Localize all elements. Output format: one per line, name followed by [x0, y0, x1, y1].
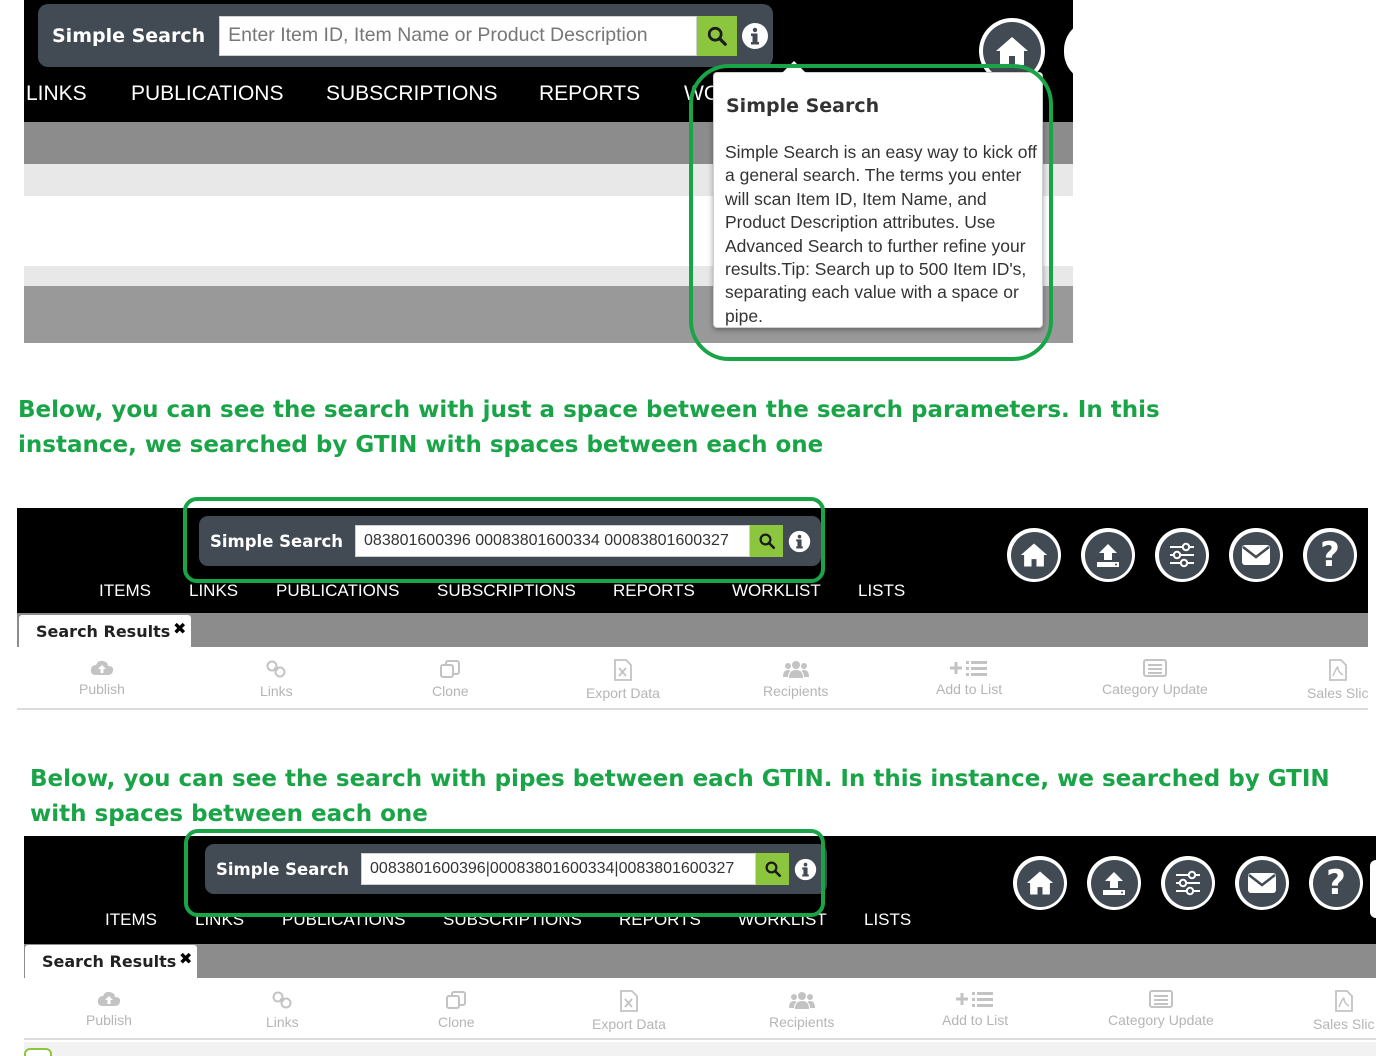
category-icon [1148, 990, 1173, 1008]
search-icon [707, 26, 727, 46]
info-button[interactable] [737, 16, 773, 56]
sales-slick-button[interactable]: Sales Slic [1313, 990, 1374, 1032]
cloud-upload-icon [90, 660, 114, 675]
mail-button[interactable] [1235, 856, 1289, 910]
close-icon[interactable]: ✖ [179, 949, 192, 968]
tab-bar-1 [17, 613, 1368, 647]
nav-lists[interactable]: LISTS [864, 910, 911, 930]
settings-button[interactable] [1161, 856, 1215, 910]
home-icon [1026, 871, 1054, 895]
mail-icon [1248, 873, 1276, 893]
category-icon [1142, 659, 1167, 677]
help-icon: ? [1326, 863, 1346, 903]
tooltip-highlight-frame [689, 64, 1053, 361]
link-icon [272, 991, 292, 1009]
excel-file-icon [620, 990, 638, 1012]
action-toolbar-2: Publish Links Clone Export Data Recipien… [24, 978, 1376, 1040]
users-icon [788, 992, 815, 1009]
upload-button[interactable] [1081, 528, 1135, 582]
nav-items[interactable]: ITEMS [105, 910, 157, 930]
nav-publications[interactable]: PUBLICATIONS [276, 581, 399, 601]
export-data-button[interactable]: Export Data [586, 659, 660, 701]
top-simple-search-box: Simple Search [38, 4, 773, 67]
nav-lists[interactable]: LISTS [858, 581, 905, 601]
home-button[interactable] [1007, 528, 1061, 582]
link-icon [266, 660, 286, 678]
search-highlight-frame-1 [183, 497, 825, 583]
main-nav-1: ITEMS LINKS PUBLICATIONS SUBSCRIPTIONS R… [17, 581, 1017, 603]
clone-icon [446, 991, 467, 1009]
nav-reports[interactable]: REPORTS [613, 581, 695, 601]
tab-label: Search Results [42, 952, 177, 971]
export-data-button[interactable]: Export Data [592, 990, 666, 1032]
links-button[interactable]: Links [266, 990, 299, 1030]
tab-label: Search Results [36, 621, 171, 641]
nav-publications[interactable]: PUBLICATIONS [131, 82, 283, 106]
pdf-file-icon [1328, 659, 1347, 681]
nav-subscriptions[interactable]: SUBSCRIPTIONS [326, 82, 498, 106]
settings-button[interactable] [1155, 528, 1209, 582]
add-list-icon [950, 661, 988, 676]
links-button[interactable]: Links [260, 659, 293, 699]
search-button[interactable] [697, 15, 738, 56]
clone-button[interactable]: Clone [438, 990, 475, 1030]
upload-icon [1097, 544, 1119, 567]
nav-links[interactable]: LINKS [189, 581, 238, 601]
tab-bar-2 [24, 944, 1376, 978]
nav-subscriptions[interactable]: SUBSCRIPTIONS [437, 581, 576, 601]
add-to-list-button[interactable]: Add to List [936, 659, 1002, 697]
upload-icon [1103, 872, 1125, 895]
sliders-icon [1170, 542, 1194, 568]
recipients-button[interactable]: Recipients [763, 659, 828, 699]
caption-pipe-separated: Below, you can see the search with pipes… [30, 766, 1330, 827]
help-icon: ? [1320, 535, 1340, 575]
help-button[interactable]: ? [1309, 856, 1363, 910]
publish-button[interactable]: Publish [86, 990, 132, 1028]
publish-button[interactable]: Publish [79, 659, 125, 697]
recipients-button[interactable]: Recipients [769, 990, 834, 1030]
search-input[interactable] [219, 15, 698, 56]
clone-icon [440, 660, 461, 678]
cloud-upload-icon [97, 991, 121, 1006]
bottom-green-edge [24, 1048, 52, 1056]
mail-button[interactable] [1229, 528, 1283, 582]
home-icon [996, 37, 1028, 65]
add-to-list-button[interactable]: Add to List [942, 990, 1008, 1028]
help-button[interactable]: ? [1303, 528, 1357, 582]
sales-slick-button[interactable]: Sales Slic [1307, 659, 1368, 701]
add-list-icon [956, 992, 994, 1007]
tab-search-results[interactable]: Search Results ✖ [19, 615, 191, 647]
nav-items[interactable]: ITEMS [99, 581, 151, 601]
nav-worklist[interactable]: WORKLIST [732, 581, 821, 601]
category-update-button[interactable]: Category Update [1108, 990, 1214, 1028]
users-icon [782, 661, 809, 678]
info-icon [742, 22, 768, 49]
bottom-strip [24, 1042, 1376, 1056]
caption-space-separated: Below, you can see the search with just … [18, 397, 1160, 458]
nav-links[interactable]: LINKS [26, 82, 87, 106]
sliders-icon [1176, 870, 1200, 896]
tab-search-results[interactable]: Search Results ✖ [25, 945, 197, 978]
home-icon [1020, 543, 1048, 567]
pdf-file-icon [1334, 990, 1353, 1012]
upload-button[interactable] [1087, 856, 1141, 910]
next-icon-partial [1370, 860, 1376, 918]
home-button[interactable] [1013, 856, 1067, 910]
simple-search-label: Simple Search [52, 24, 206, 47]
category-update-button[interactable]: Category Update [1102, 659, 1208, 697]
excel-file-icon [614, 659, 632, 681]
search-highlight-frame-2 [184, 829, 825, 917]
mail-icon [1242, 545, 1270, 565]
clone-button[interactable]: Clone [432, 659, 469, 699]
close-icon[interactable]: ✖ [173, 619, 186, 638]
nav-reports[interactable]: REPORTS [539, 82, 640, 106]
action-toolbar-1: Publish Links Clone Export Data Recipien… [17, 647, 1368, 710]
